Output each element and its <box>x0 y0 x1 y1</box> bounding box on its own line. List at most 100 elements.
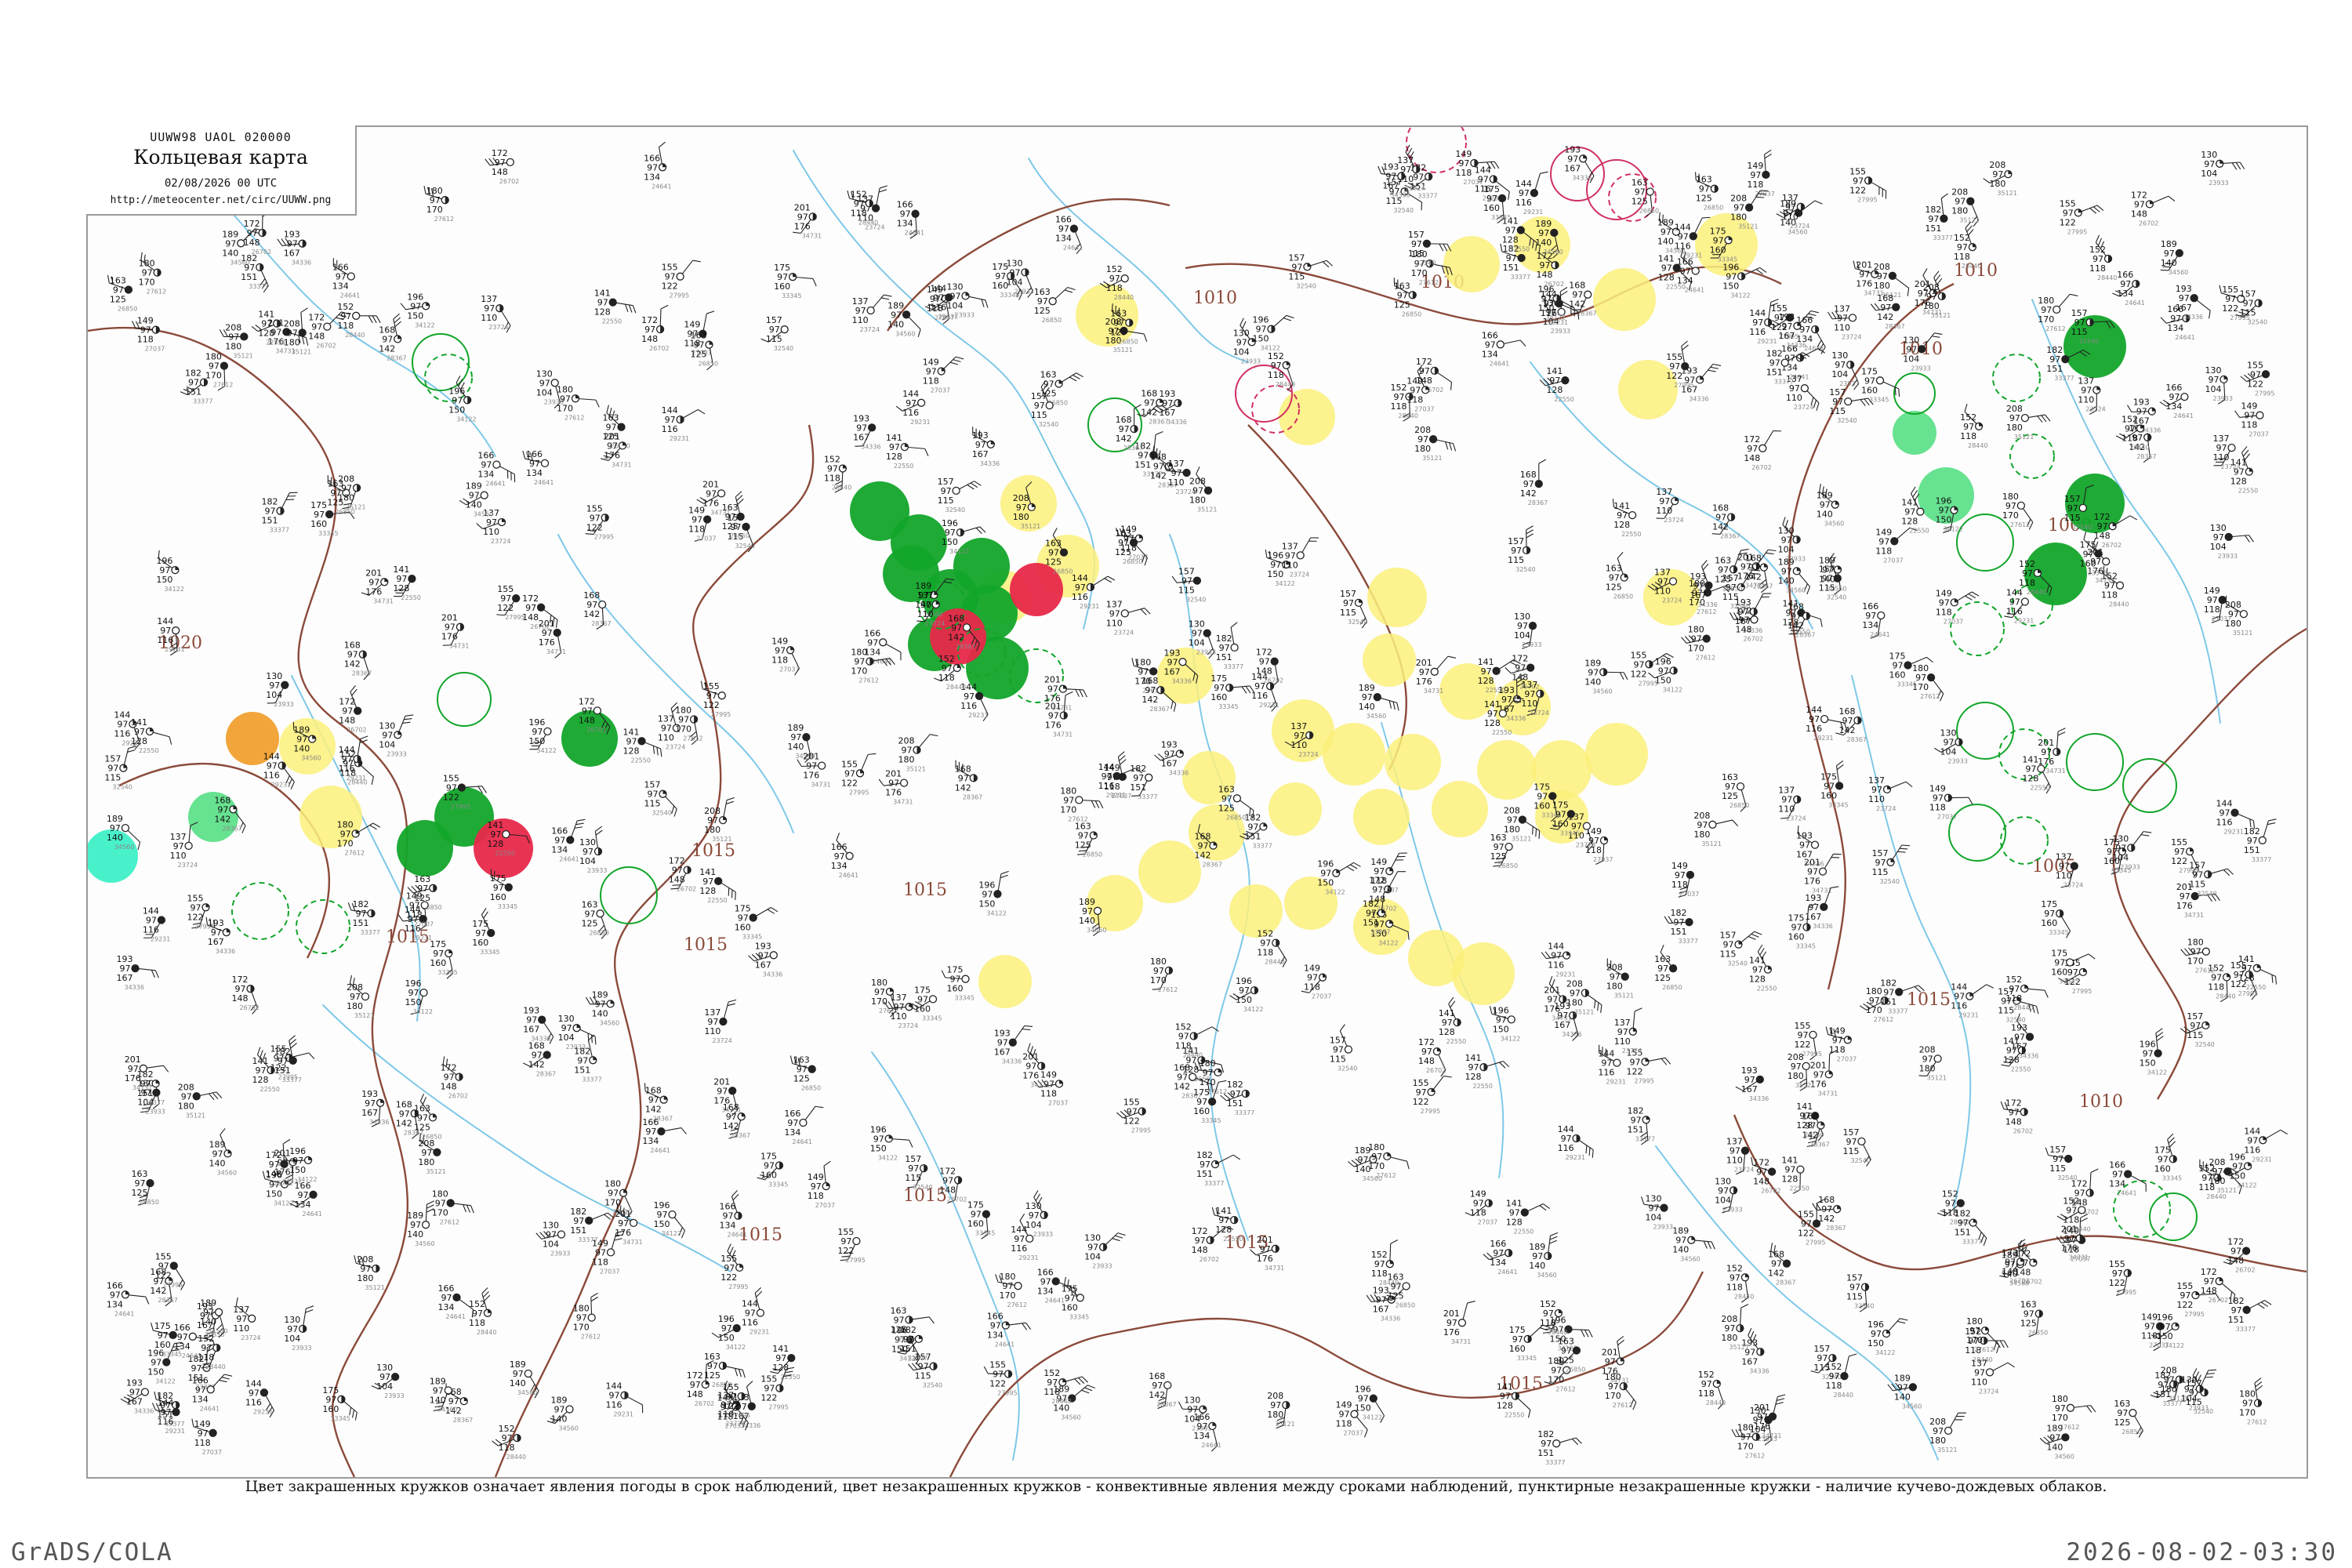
station-plot[interactable]: 1309710423933 <box>1778 517 1806 562</box>
station-plot[interactable]: 1639712526850 <box>1391 278 1421 318</box>
weather-marker-yellow-20[interactable] <box>1585 723 1648 786</box>
station-plot[interactable]: 1689714228367 <box>1149 1371 1177 1410</box>
station-plot[interactable]: 1689714228367 <box>953 760 983 800</box>
station-plot[interactable]: 1899714034560 <box>510 1359 541 1399</box>
station-plot[interactable]: 2019717634731 <box>878 769 913 806</box>
weather-marker-yellow-11[interactable] <box>1367 568 1427 627</box>
station-plot[interactable]: 1689714228367 <box>1835 706 1867 743</box>
station-plot[interactable]: 1449711629231 <box>245 1378 276 1418</box>
station-plot[interactable]: 1559712227995 <box>187 893 215 930</box>
station-plot[interactable]: 1309710423933 <box>266 671 293 708</box>
station-plot[interactable]: 1939716734336 <box>1154 739 1189 776</box>
station-plot[interactable]: 1499711827037 <box>1301 964 1332 1000</box>
station-plot[interactable]: 1829715133377 <box>1925 193 1953 241</box>
station-plot[interactable]: 1559712227995 <box>2240 360 2275 397</box>
station-plot[interactable]: 1529711828440 <box>1268 351 1295 391</box>
station-plot[interactable]: 1899714034560 <box>1359 683 1401 720</box>
weather-marker-yellow-30[interactable] <box>1229 884 1283 938</box>
station-plot[interactable]: 1419712822550 <box>1781 1156 1809 1194</box>
station-plot[interactable]: 2019717634731 <box>1022 1043 1051 1089</box>
weather-marker-yellow-12[interactable] <box>1363 633 1416 687</box>
station-plot[interactable]: 1729714826702 <box>2131 190 2176 227</box>
station-plot[interactable]: 1899714034560 <box>1672 1226 1715 1263</box>
station-plot[interactable]: 1899714034560 <box>2160 239 2189 276</box>
station-plot[interactable]: 1449711629231 <box>662 405 706 442</box>
station-plot[interactable]: 1759716033345 <box>967 1200 995 1240</box>
station-plot[interactable]: 1639712526850 <box>1722 772 1749 812</box>
station-plot[interactable]: 1579711532540 <box>1330 1024 1357 1073</box>
station-plot[interactable]: 1899714034560 <box>585 989 619 1026</box>
station-plot[interactable]: 1309710423933 <box>579 826 607 874</box>
station-plot[interactable]: 2089718035121 <box>178 1082 223 1119</box>
station-plot[interactable]: 1759716033345 <box>1509 1323 1551 1362</box>
station-plot[interactable]: 2089718035121 <box>1721 1304 1749 1351</box>
station-plot[interactable]: 1809717027612 <box>675 706 703 746</box>
station-plot[interactable]: 1379711023724 <box>852 292 892 333</box>
station-plot[interactable]: 1309710423933 <box>1025 1190 1053 1238</box>
station-plot[interactable]: 1579711532540 <box>2189 860 2234 897</box>
station-plot[interactable]: 1309710423933 <box>2205 365 2233 405</box>
station-plot[interactable]: 1529711828440 <box>1257 929 1288 967</box>
station-plot[interactable]: 1579711532540 <box>760 315 793 352</box>
station-plot[interactable]: 1939716734336 <box>1735 1065 1769 1102</box>
station-plot[interactable]: 1669713424641 <box>720 1190 747 1239</box>
station-plot[interactable]: 1689714228367 <box>1802 1112 1829 1149</box>
station-plot[interactable]: 1419712822550 <box>1610 499 1642 538</box>
station-plot[interactable]: 1529711828440 <box>1698 1370 1726 1410</box>
station-plot[interactable]: 1579711532540 <box>938 477 982 514</box>
station-plot[interactable]: 1809717027612 <box>1060 786 1104 822</box>
station-plot[interactable]: 2089718035121 <box>1918 1044 1947 1081</box>
weather-marker-yellow-24[interactable] <box>1269 782 1322 836</box>
station-plot[interactable]: 1669713424641 <box>289 1181 322 1218</box>
station-plot[interactable]: 1969715034122 <box>1229 976 1263 1013</box>
station-plot[interactable]: 1419712822550 <box>699 867 739 904</box>
station-plot[interactable]: 1419712822550 <box>886 433 929 470</box>
station-plot[interactable]: 1559712227995 <box>1116 1098 1151 1134</box>
station-plot[interactable]: 1529711828440 <box>824 455 851 493</box>
station-plot[interactable]: 2089718035121 <box>1189 466 1217 514</box>
station-plot[interactable]: 1639712526850 <box>132 1169 159 1207</box>
station-plot[interactable]: 1309710423933 <box>2201 150 2245 187</box>
station-plot[interactable]: 1559712227995 <box>585 503 615 540</box>
station-plot[interactable]: 2089718035121 <box>219 322 253 359</box>
station-plot[interactable]: 1809717027612 <box>1912 663 1946 702</box>
station-plot[interactable]: 1939716734336 <box>748 941 783 978</box>
station-plot[interactable]: 1829715133377 <box>1628 1105 1655 1145</box>
station-plot[interactable]: 1639712526850 <box>1654 945 1682 991</box>
station-plot[interactable]: 1729714826702 <box>2000 1098 2033 1134</box>
weather-marker-yellow-35[interactable] <box>1452 942 1515 1005</box>
station-plot[interactable]: 1729714826702 <box>1730 605 1763 642</box>
weather-marker-green-47[interactable] <box>397 820 453 877</box>
station-plot[interactable]: 1639712526850 <box>2114 1399 2145 1438</box>
station-plot[interactable]: 1309710423933 <box>284 1305 314 1352</box>
station-plot[interactable]: 1729714826702 <box>1416 357 1455 394</box>
station-plot[interactable]: 1729714826702 <box>1418 1037 1447 1077</box>
station-plot[interactable]: 1499711827037 <box>132 316 165 353</box>
station-plot[interactable]: 1729714826702 <box>244 208 271 256</box>
station-plot[interactable]: 1309710423933 <box>535 1221 571 1258</box>
station-plot[interactable]: 1809717027612 <box>138 252 166 296</box>
station-plot[interactable]: 1669713424641 <box>1055 215 1083 255</box>
weather-marker-yellow-27[interactable] <box>1138 840 1201 903</box>
station-plot[interactable]: 1379711023724 <box>1868 775 1913 812</box>
station-plot[interactable]: 1449711629231 <box>606 1381 646 1418</box>
station-plot[interactable]: 2089718035121 <box>1951 187 1980 227</box>
station-plot[interactable]: 2089718035121 <box>352 1254 385 1291</box>
station-plot[interactable]: 1689714228367 <box>1768 1243 1796 1287</box>
station-plot[interactable]: 1529711828440 <box>198 1334 225 1370</box>
station-plot[interactable]: 1559712227995 <box>720 1243 749 1290</box>
station-plot[interactable]: 1419712822550 <box>1506 1199 1551 1236</box>
station-plot[interactable]: 2089718035121 <box>704 797 735 843</box>
station-plot[interactable]: 1309710423933 <box>2210 523 2254 560</box>
station-plot[interactable]: 1729714826702 <box>485 148 519 185</box>
station-plot[interactable]: 1669713424641 <box>644 141 672 190</box>
station-plot[interactable]: 1669713424641 <box>987 1312 1032 1348</box>
station-plot[interactable]: 1639712526850 <box>722 491 750 539</box>
station-plot[interactable]: 1579711532540 <box>1288 252 1334 289</box>
station-plot[interactable]: 1639712526850 <box>1606 551 1633 601</box>
station-plot[interactable]: 1969715034122 <box>1867 1316 1908 1356</box>
station-plot[interactable]: 1669713424641 <box>330 258 360 299</box>
station-plot[interactable]: 1969715034122 <box>155 550 184 593</box>
station-plot[interactable]: 1669713424641 <box>1862 601 1890 640</box>
station-plot[interactable]: 1499711827037 <box>1936 588 1980 625</box>
